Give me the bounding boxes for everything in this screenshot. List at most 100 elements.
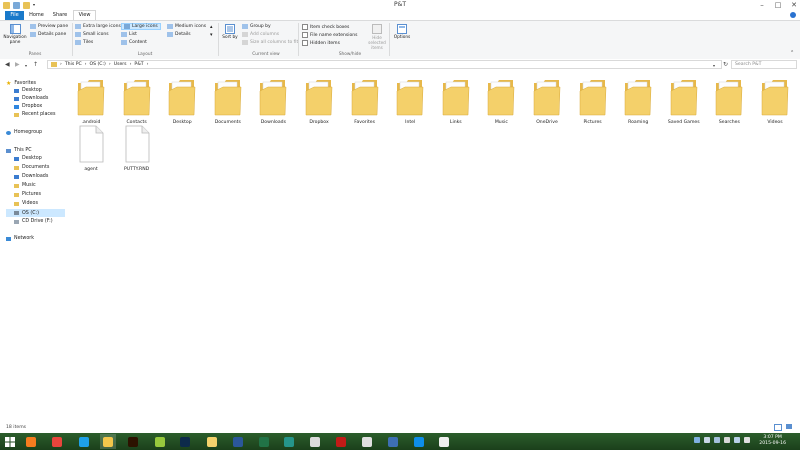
tray-icon[interactable] — [714, 437, 720, 443]
help-icon[interactable] — [790, 12, 796, 18]
folder-item[interactable]: Dropbox — [299, 77, 339, 125]
tray-icon[interactable] — [704, 437, 710, 443]
small-icons-option[interactable]: Small icons — [75, 32, 109, 37]
options-button[interactable]: Options — [393, 24, 411, 40]
firefox-app[interactable] — [23, 434, 39, 449]
extra-large-icons-option[interactable]: Extra large icons — [75, 24, 121, 29]
nav-this-pc[interactable]: This PC — [6, 148, 32, 153]
folder-item[interactable]: Documents — [208, 77, 248, 125]
nav-pc-os-c[interactable]: OS (C:) — [6, 209, 65, 217]
photoshop-app[interactable] — [177, 434, 193, 449]
large-icons-view-icon[interactable] — [786, 424, 792, 429]
nav-fav-recent-places[interactable]: Recent places — [14, 112, 56, 117]
large-icons-option[interactable]: Large icons — [121, 23, 161, 30]
folder-item[interactable]: Pictures — [573, 77, 613, 125]
details-pane-button[interactable]: Details pane — [30, 32, 66, 37]
tray-flag-icon[interactable] — [724, 437, 730, 443]
excel-app[interactable] — [256, 434, 272, 449]
chrome-app[interactable] — [49, 434, 65, 449]
address-input[interactable]: › This PC › OS (C:) › Users › P&T › — [47, 60, 722, 69]
ie-app[interactable] — [76, 434, 92, 449]
maximize-button[interactable]: □ — [774, 1, 782, 9]
sort-by-button[interactable]: Sort by — [222, 24, 238, 40]
hide-selected-button[interactable]: Hide selected items — [366, 24, 388, 50]
tray-keyboard-icon[interactable] — [694, 437, 700, 443]
folder-item[interactable]: Searches — [709, 77, 749, 125]
folder-item[interactable]: Downloads — [253, 77, 293, 125]
search-input[interactable]: Search P&T — [731, 60, 797, 69]
nav-fav-desktop[interactable]: Desktop — [14, 88, 42, 93]
nav-pc-desktop[interactable]: Desktop — [14, 156, 42, 161]
up-icon[interactable]: ↑ — [33, 61, 38, 68]
checkbox[interactable] — [302, 32, 308, 38]
file-item[interactable]: PUTTY.RND — [117, 124, 157, 172]
folder-item[interactable]: Music — [481, 77, 521, 125]
nav-fav-dropbox[interactable]: Dropbox — [14, 104, 42, 109]
layout-scroll-down-icon[interactable]: ▾ — [210, 32, 213, 38]
nav-pc-videos[interactable]: Videos — [14, 201, 38, 206]
clock[interactable]: 3:07 PM 2015-09-16 — [759, 435, 786, 447]
breadcrumb-pt[interactable]: P&T — [134, 62, 143, 67]
checkbox[interactable] — [302, 24, 308, 30]
folder-item[interactable]: OneDrive — [527, 77, 567, 125]
forward-icon[interactable]: ▶ — [15, 61, 20, 68]
word-app[interactable] — [230, 434, 246, 449]
content-option[interactable]: Content — [121, 40, 147, 45]
breadcrumb-os-c[interactable]: OS (C:) — [90, 62, 106, 67]
folder-item[interactable]: Roaming — [618, 77, 658, 125]
folder-item[interactable]: Saved Games — [664, 77, 704, 125]
nav-pc-documents[interactable]: Documents — [14, 165, 49, 170]
nav-network[interactable]: Network — [6, 236, 34, 241]
tray-volume-icon[interactable] — [744, 437, 750, 443]
outlook-app[interactable] — [204, 434, 220, 449]
nav-pc-music[interactable]: Music — [14, 183, 36, 188]
tray-network-icon[interactable] — [734, 437, 740, 443]
tab-share[interactable]: Share — [49, 11, 71, 20]
chevron-down-icon[interactable]: ▾ — [25, 63, 27, 68]
nav-pc-downloads[interactable]: Downloads — [14, 174, 48, 179]
nav-fav-downloads[interactable]: Downloads — [14, 96, 48, 101]
folder-item[interactable]: Contacts — [117, 77, 157, 125]
breadcrumb-this-pc[interactable]: This PC — [65, 62, 82, 67]
details-view-icon[interactable] — [774, 424, 782, 431]
add-columns-button[interactable]: Add columns — [242, 32, 279, 37]
back-icon[interactable]: ◀ — [5, 61, 10, 68]
illustrator-app[interactable] — [125, 434, 141, 449]
notepad-app[interactable] — [307, 434, 323, 449]
nav-homegroup[interactable]: Homegroup — [6, 130, 42, 135]
medium-icons-option[interactable]: Medium icons — [167, 24, 206, 29]
app-15[interactable] — [385, 434, 401, 449]
refresh-icon[interactable]: ↻ — [723, 61, 728, 68]
folder-item[interactable]: Videos — [755, 77, 795, 125]
item-checkboxes-toggle[interactable]: Item check boxes — [302, 24, 349, 30]
list-option[interactable]: List — [121, 32, 137, 37]
folder-item[interactable]: Favorites — [345, 77, 385, 125]
file-item[interactable]: agent — [71, 124, 111, 172]
nav-pc-cd-drive[interactable]: CD Drive (F:) — [14, 219, 53, 224]
folder-item[interactable]: .android — [71, 77, 111, 125]
breadcrumb-users[interactable]: Users — [114, 62, 127, 67]
preview-pane-button[interactable]: Preview pane — [30, 24, 68, 29]
folder-item[interactable]: Desktop — [162, 77, 202, 125]
folder-item[interactable]: Intel — [390, 77, 430, 125]
publisher-app[interactable] — [281, 434, 297, 449]
tiles-option[interactable]: Tiles — [75, 40, 93, 45]
filezilla-app[interactable] — [333, 434, 349, 449]
nav-pc-pictures[interactable]: Pictures — [14, 192, 41, 197]
minimize-button[interactable]: – — [758, 1, 766, 9]
app-17[interactable] — [436, 434, 452, 449]
group-by-button[interactable]: Group by — [242, 24, 271, 29]
navigation-pane-button[interactable]: Navigation pane — [3, 24, 27, 45]
app-14[interactable] — [359, 434, 375, 449]
folder-item[interactable]: Links — [436, 77, 476, 125]
address-dropdown-icon[interactable]: ▾ — [713, 63, 715, 68]
collapse-ribbon-icon[interactable]: ⌃ — [790, 50, 794, 56]
teamviewer-app[interactable] — [411, 434, 427, 449]
hidden-items-toggle[interactable]: Hidden items — [302, 40, 340, 46]
start-button[interactable] — [2, 434, 18, 449]
tab-file[interactable]: File — [5, 11, 24, 20]
file-name-extensions-toggle[interactable]: File name extensions — [302, 32, 357, 38]
layout-scroll-up-icon[interactable]: ▴ — [210, 24, 213, 30]
details-option[interactable]: Details — [167, 32, 191, 37]
nav-favorites[interactable]: ★ Favorites — [6, 80, 36, 87]
